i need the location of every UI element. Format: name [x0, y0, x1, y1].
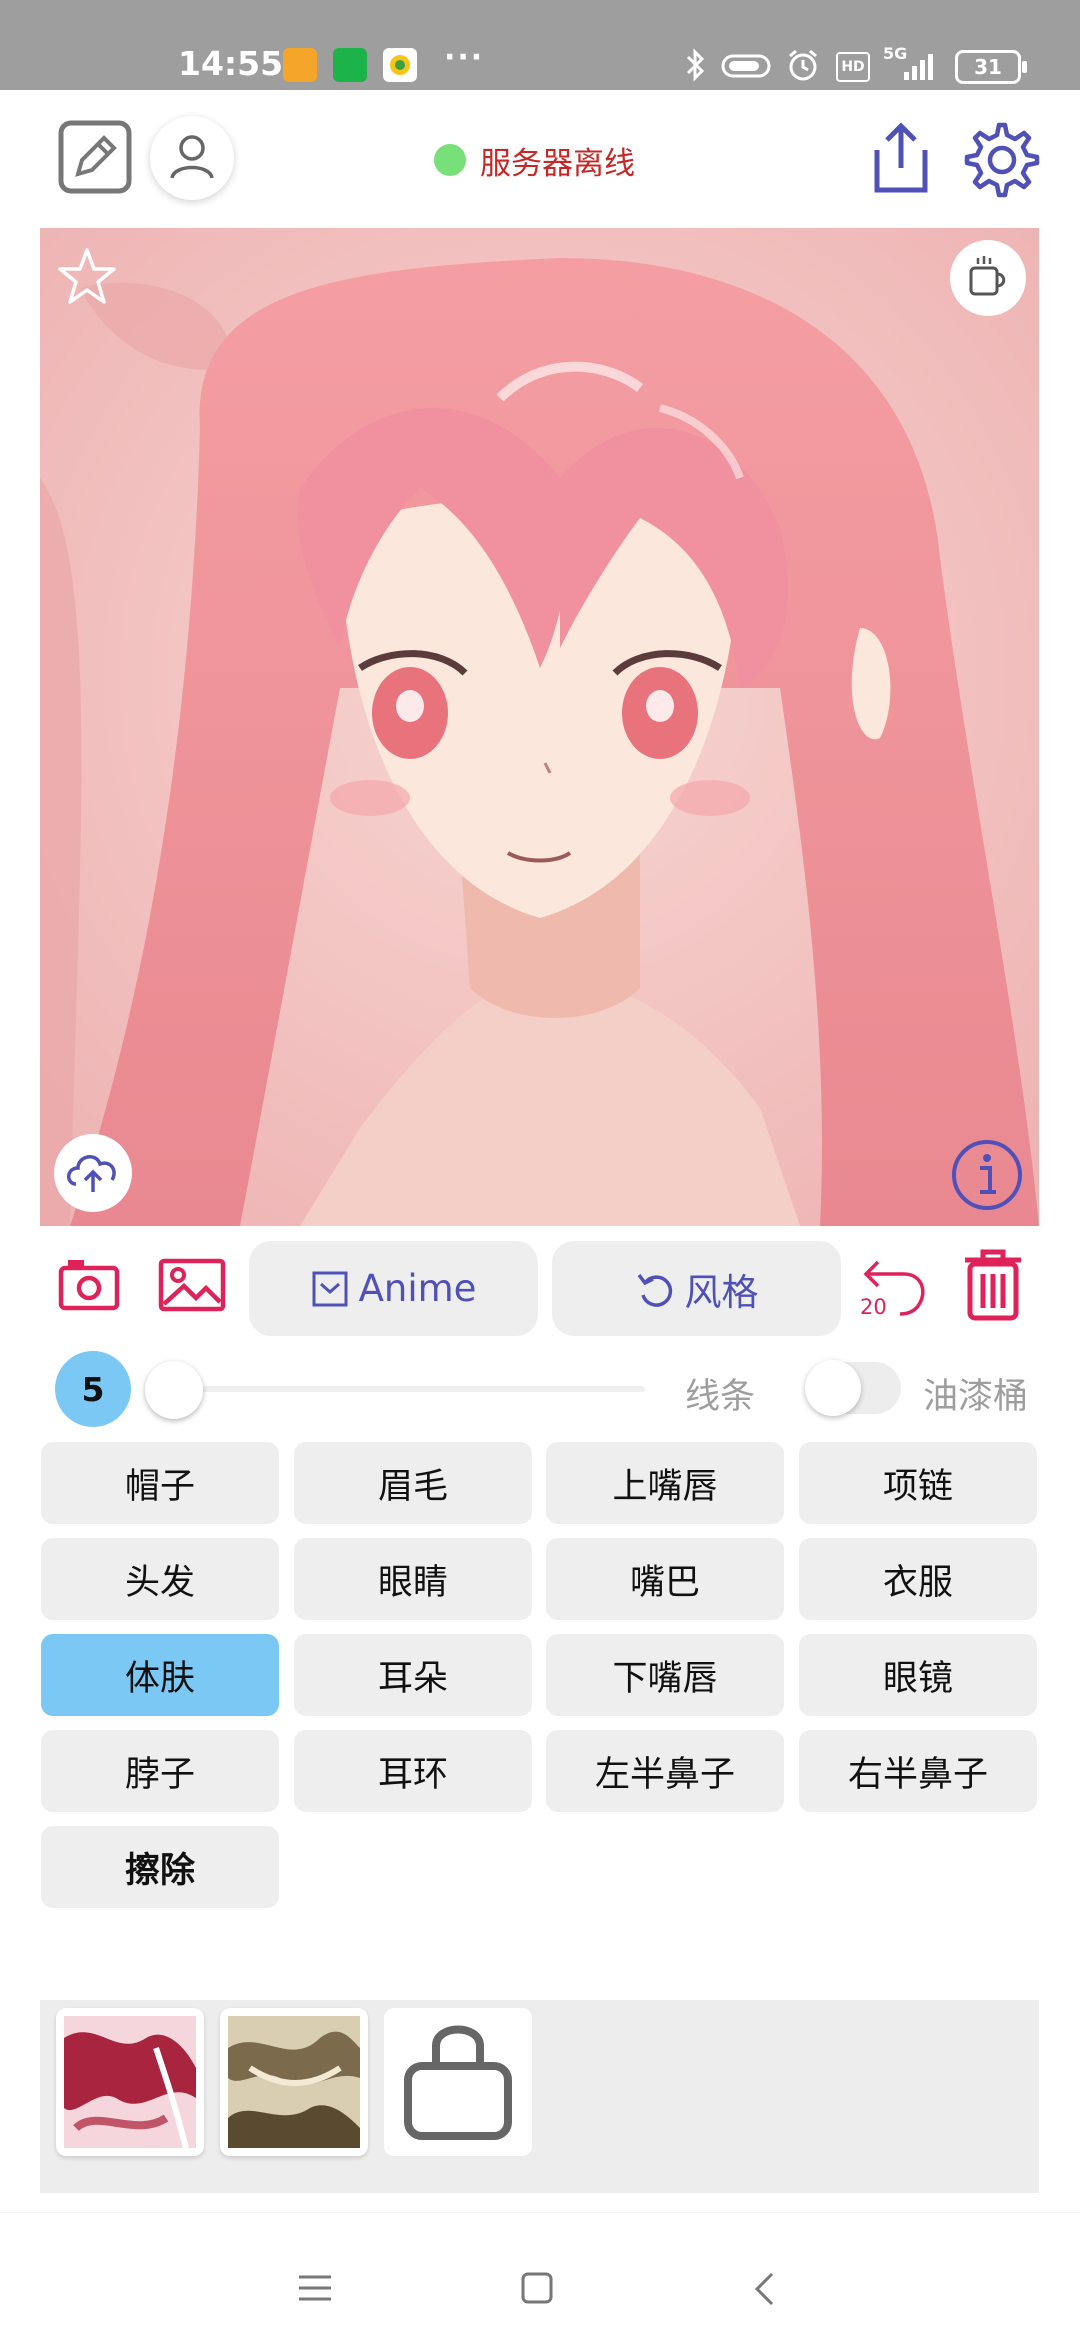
anime-model-label: Anime	[358, 1267, 477, 1310]
texture-store-button[interactable]	[384, 2008, 532, 2156]
part-chip-neck[interactable]: 脖子	[41, 1730, 279, 1812]
paint-bucket-label: 油漆桶	[923, 1377, 1029, 1417]
favorite-star-icon[interactable]	[56, 246, 118, 308]
back-chevron-icon[interactable]	[752, 2271, 776, 2307]
vibrate-toggle-icon	[721, 54, 771, 78]
part-chip-skin[interactable]: 体肤	[41, 1634, 279, 1716]
part-chip-right-nose[interactable]: 右半鼻子	[799, 1730, 1037, 1812]
part-chip-necklace[interactable]: 项链	[799, 1442, 1037, 1524]
system-nav-bar	[0, 2212, 1080, 2341]
line-mode-label: 线条	[685, 1377, 756, 1417]
info-icon[interactable]	[950, 1138, 1024, 1212]
part-chip-ears[interactable]: 耳朵	[294, 1634, 532, 1716]
server-status: 服务器离线	[434, 140, 635, 182]
refresh-icon	[637, 1273, 672, 1307]
home-square-icon[interactable]	[520, 2271, 554, 2305]
part-chip-left-nose[interactable]: 左半鼻子	[546, 1730, 784, 1812]
shopping-bag-icon	[404, 2025, 512, 2140]
trash-delete-icon[interactable]	[961, 1248, 1025, 1322]
hd-icon: HD	[836, 52, 870, 82]
brush-size-badge: 5	[55, 1351, 131, 1427]
battery-icon: 31	[955, 50, 1027, 84]
status-time: 14:55	[178, 44, 284, 83]
style-refresh-button[interactable]: 风格	[552, 1241, 841, 1336]
status-bar: 14:55 ··· HD 5G 31	[0, 0, 1080, 90]
brush-size-slider-thumb[interactable]	[145, 1361, 203, 1419]
anime-model-button[interactable]: Anime	[249, 1241, 538, 1336]
gallery-image-icon[interactable]	[158, 1258, 226, 1312]
upload-cloud-button[interactable]	[54, 1134, 132, 1212]
server-status-indicator	[434, 144, 466, 176]
user-icon	[170, 135, 214, 179]
part-chip-lower-lip[interactable]: 下嘴唇	[546, 1634, 784, 1716]
cloud-upload-icon	[67, 1155, 116, 1192]
share-icon[interactable]	[867, 120, 935, 196]
settings-gear-icon[interactable]	[964, 122, 1040, 198]
texture-swatch-red[interactable]	[56, 2008, 204, 2156]
part-chip-upper-lip[interactable]: 上嘴唇	[546, 1442, 784, 1524]
texture-preview-red	[64, 2016, 196, 2149]
alarm-icon	[789, 49, 817, 81]
part-chip-mouth[interactable]: 嘴巴	[546, 1538, 784, 1620]
coffee-cup-icon	[969, 256, 1006, 296]
user-profile-button[interactable]	[150, 116, 234, 200]
bluetooth-icon	[686, 48, 705, 82]
part-chip-earrings[interactable]: 耳环	[294, 1730, 532, 1812]
camera-icon[interactable]	[58, 1256, 120, 1312]
style-label: 风格	[684, 1270, 759, 1314]
undo-count: 20	[860, 1295, 887, 1319]
drawing-canvas[interactable]	[40, 228, 1039, 1226]
app-notification-icon	[283, 48, 317, 82]
part-chip-clothes[interactable]: 衣服	[799, 1538, 1037, 1620]
texture-preview-camo	[228, 2016, 360, 2148]
sketch-pad-icon[interactable]	[58, 120, 132, 194]
part-chip-hat[interactable]: 帽子	[41, 1442, 279, 1524]
texture-swatch-camo[interactable]	[220, 2008, 368, 2156]
app-notification-icon-2	[383, 48, 417, 82]
paint-bucket-toggle-knob[interactable]	[805, 1360, 861, 1416]
part-chip-hair[interactable]: 头发	[41, 1538, 279, 1620]
recents-menu-icon[interactable]	[297, 2273, 333, 2303]
part-chip-glasses[interactable]: 眼镜	[799, 1634, 1037, 1716]
more-notifications-icon: ···	[444, 40, 485, 75]
part-chip-eyes[interactable]: 眼睛	[294, 1538, 532, 1620]
signal-icon	[904, 54, 933, 80]
part-chip-eyebrows[interactable]: 眉毛	[294, 1442, 532, 1524]
brush-size-slider-track[interactable]	[175, 1386, 645, 1392]
checkbox-icon	[312, 1271, 348, 1306]
server-status-text: 服务器离线	[480, 145, 635, 182]
part-chip-erase[interactable]: 擦除	[41, 1826, 279, 1908]
iqiyi-notification-icon	[333, 48, 367, 82]
anime-portrait-image	[40, 228, 1039, 1226]
coffee-button[interactable]	[950, 240, 1026, 316]
